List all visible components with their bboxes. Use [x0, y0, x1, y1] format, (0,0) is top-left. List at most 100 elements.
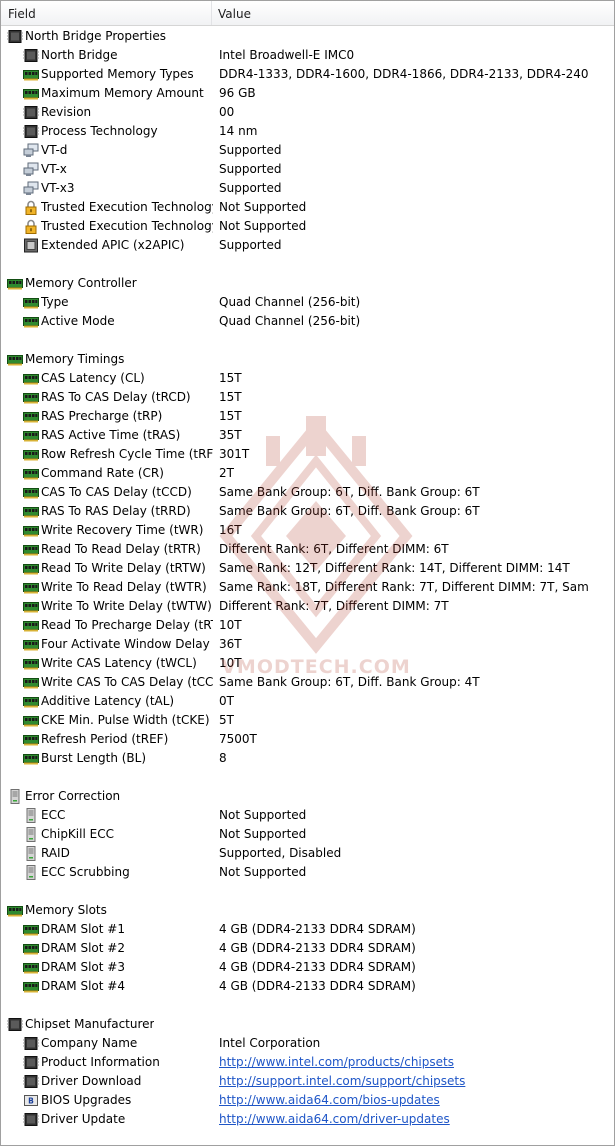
property-row[interactable]: ChipKill ECC Not Supported	[1, 825, 614, 844]
category-row[interactable]: Error Correction	[1, 787, 614, 806]
property-row[interactable]: Additive Latency (tAL) 0T	[1, 692, 614, 711]
field-value: Same Rank: 18T, Different Rank: 7T, Diff…	[219, 580, 589, 594]
value-link[interactable]: http://www.aida64.com/bios-updates	[219, 1091, 589, 1110]
memory-module-icon	[23, 713, 39, 728]
field-label: DRAM Slot #2	[41, 941, 125, 955]
property-row[interactable]: Read To Precharge Delay (tRTP) 10T	[1, 616, 614, 635]
property-row[interactable]: DRAM Slot #4 4 GB (DDR4-2133 DDR4 SDRAM)	[1, 977, 614, 996]
property-row[interactable]: Write CAS Latency (tWCL) 10T	[1, 654, 614, 673]
property-row[interactable]: Extended APIC (x2APIC) Supported	[1, 236, 614, 255]
field-value: 15T	[219, 371, 242, 385]
chip-icon	[23, 1036, 39, 1051]
server-icon	[23, 846, 39, 861]
property-row[interactable]: Burst Length (BL) 8	[1, 749, 614, 768]
memory-module-icon	[23, 447, 39, 462]
property-row[interactable]: Company Name Intel Corporation	[1, 1034, 614, 1053]
property-row[interactable]: CAS Latency (CL) 15T	[1, 369, 614, 388]
property-row[interactable]: RAS To CAS Delay (tRCD) 15T	[1, 388, 614, 407]
memory-module-icon	[23, 390, 39, 405]
bios-icon: B	[23, 1093, 39, 1108]
property-row[interactable]: Type Quad Channel (256-bit)	[1, 293, 614, 312]
property-row[interactable]: Trusted Execution Technology... Not Suppo…	[1, 198, 614, 217]
field-label: DRAM Slot #4	[41, 979, 125, 993]
property-row[interactable]: Read To Write Delay (tRTW) Same Rank: 12T…	[1, 559, 614, 578]
property-row[interactable]: Driver Download http://support.intel.com/…	[1, 1072, 614, 1091]
field-value: 35T	[219, 428, 242, 442]
category-row[interactable]: Chipset Manufacturer	[1, 1015, 614, 1034]
category-row[interactable]: Memory Timings	[1, 350, 614, 369]
property-row[interactable]: Driver Update http://www.aida64.com/drive…	[1, 1110, 614, 1129]
property-row[interactable]: DRAM Slot #1 4 GB (DDR4-2133 DDR4 SDRAM)	[1, 920, 614, 939]
property-row[interactable]: Four Activate Window Delay (t... 36T	[1, 635, 614, 654]
chip-icon	[23, 48, 39, 63]
field-label: ChipKill ECC	[41, 827, 114, 841]
field-label: Product Information	[41, 1055, 160, 1069]
category-row[interactable]: Memory Controller	[1, 274, 614, 293]
property-row[interactable]: Command Rate (CR) 2T	[1, 464, 614, 483]
value-link[interactable]: http://support.intel.com/support/chipset…	[219, 1072, 589, 1091]
property-row[interactable]: RAS To RAS Delay (tRRD) Same Bank Group: …	[1, 502, 614, 521]
memory-module-icon	[23, 675, 39, 690]
property-row[interactable]: RAID Supported, Disabled	[1, 844, 614, 863]
property-row[interactable]: Maximum Memory Amount 96 GB	[1, 84, 614, 103]
field-label: Trusted Execution Technology...	[41, 200, 213, 214]
memory-module-icon	[23, 941, 39, 956]
property-row[interactable]: VT-d Supported	[1, 141, 614, 160]
memory-module-icon	[23, 466, 39, 481]
property-row[interactable]: CKE Min. Pulse Width (tCKE) 5T	[1, 711, 614, 730]
property-row[interactable]: RAS Precharge (tRP) 15T	[1, 407, 614, 426]
field-label: RAS Active Time (tRAS)	[41, 428, 181, 442]
property-row[interactable]: B BIOS Upgrades http://www.aida64.com/bios…	[1, 1091, 614, 1110]
field-value: DDR4-1333, DDR4-1600, DDR4-1866, DDR4-21…	[219, 67, 589, 81]
property-row[interactable]: North Bridge Intel Broadwell-E IMC0	[1, 46, 614, 65]
property-row[interactable]: Refresh Period (tREF) 7500T	[1, 730, 614, 749]
property-row[interactable]: Active Mode Quad Channel (256-bit)	[1, 312, 614, 331]
virtualization-icon	[23, 143, 39, 158]
property-row[interactable]: Row Refresh Cycle Time (tRFC) 301T	[1, 445, 614, 464]
memory-module-icon	[23, 637, 39, 652]
memory-module-icon	[23, 523, 39, 538]
chip-icon	[23, 1074, 39, 1089]
property-row[interactable]: VT-x3 Supported	[1, 179, 614, 198]
virtualization-icon	[23, 181, 39, 196]
property-row[interactable]: Revision 00	[1, 103, 614, 122]
chip-icon	[23, 124, 39, 139]
field-label: ECC Scrubbing	[41, 865, 130, 879]
property-row[interactable]: Trusted Execution Technology... Not Suppo…	[1, 217, 614, 236]
property-row[interactable]: Supported Memory Types DDR4-1333, DDR4-16…	[1, 65, 614, 84]
value-link[interactable]: http://www.aida64.com/driver-updates	[219, 1110, 589, 1129]
field-column-header[interactable]: Field	[1, 1, 212, 25]
property-row[interactable]: Write To Read Delay (tWTR) Same Rank: 18T…	[1, 578, 614, 597]
server-icon	[23, 865, 39, 880]
property-row[interactable]: ECC Scrubbing Not Supported	[1, 863, 614, 882]
field-value: 15T	[219, 390, 242, 404]
field-value: Supported	[219, 143, 282, 157]
field-value: 14 nm	[219, 124, 258, 138]
value-column-header[interactable]: Value	[212, 1, 614, 25]
category-row[interactable]: Memory Slots	[1, 901, 614, 920]
field-label: Four Activate Window Delay (t...	[41, 637, 213, 651]
property-row[interactable]: CAS To CAS Delay (tCCD) Same Bank Group: …	[1, 483, 614, 502]
category-label: North Bridge Properties	[25, 29, 166, 43]
memory-module-icon	[23, 485, 39, 500]
property-row[interactable]: Read To Read Delay (tRTR) Different Rank:…	[1, 540, 614, 559]
memory-module-icon	[23, 599, 39, 614]
property-row[interactable]: Process Technology 14 nm	[1, 122, 614, 141]
category-row[interactable]: North Bridge Properties	[1, 27, 614, 46]
property-row[interactable]: RAS Active Time (tRAS) 35T	[1, 426, 614, 445]
property-row[interactable]: Write CAS To CAS Delay (tCC... Same Bank …	[1, 673, 614, 692]
field-value: Same Bank Group: 6T, Diff. Bank Group: 6…	[219, 504, 480, 518]
property-row[interactable]: Write To Write Delay (tWTW) Different Ran…	[1, 597, 614, 616]
value-link[interactable]: http://www.intel.com/products/chipsets	[219, 1053, 589, 1072]
field-label: RAID	[41, 846, 70, 860]
field-label: ECC	[41, 808, 66, 822]
property-row[interactable]: DRAM Slot #3 4 GB (DDR4-2133 DDR4 SDRAM)	[1, 958, 614, 977]
field-value: 96 GB	[219, 86, 256, 100]
memory-module-icon	[23, 504, 39, 519]
property-row[interactable]: VT-x Supported	[1, 160, 614, 179]
property-row[interactable]: Product Information http://www.intel.com/…	[1, 1053, 614, 1072]
property-row[interactable]: DRAM Slot #2 4 GB (DDR4-2133 DDR4 SDRAM)	[1, 939, 614, 958]
property-row[interactable]: Write Recovery Time (tWR) 16T	[1, 521, 614, 540]
field-label: Write CAS To CAS Delay (tCC...	[41, 675, 213, 689]
property-row[interactable]: ECC Not Supported	[1, 806, 614, 825]
